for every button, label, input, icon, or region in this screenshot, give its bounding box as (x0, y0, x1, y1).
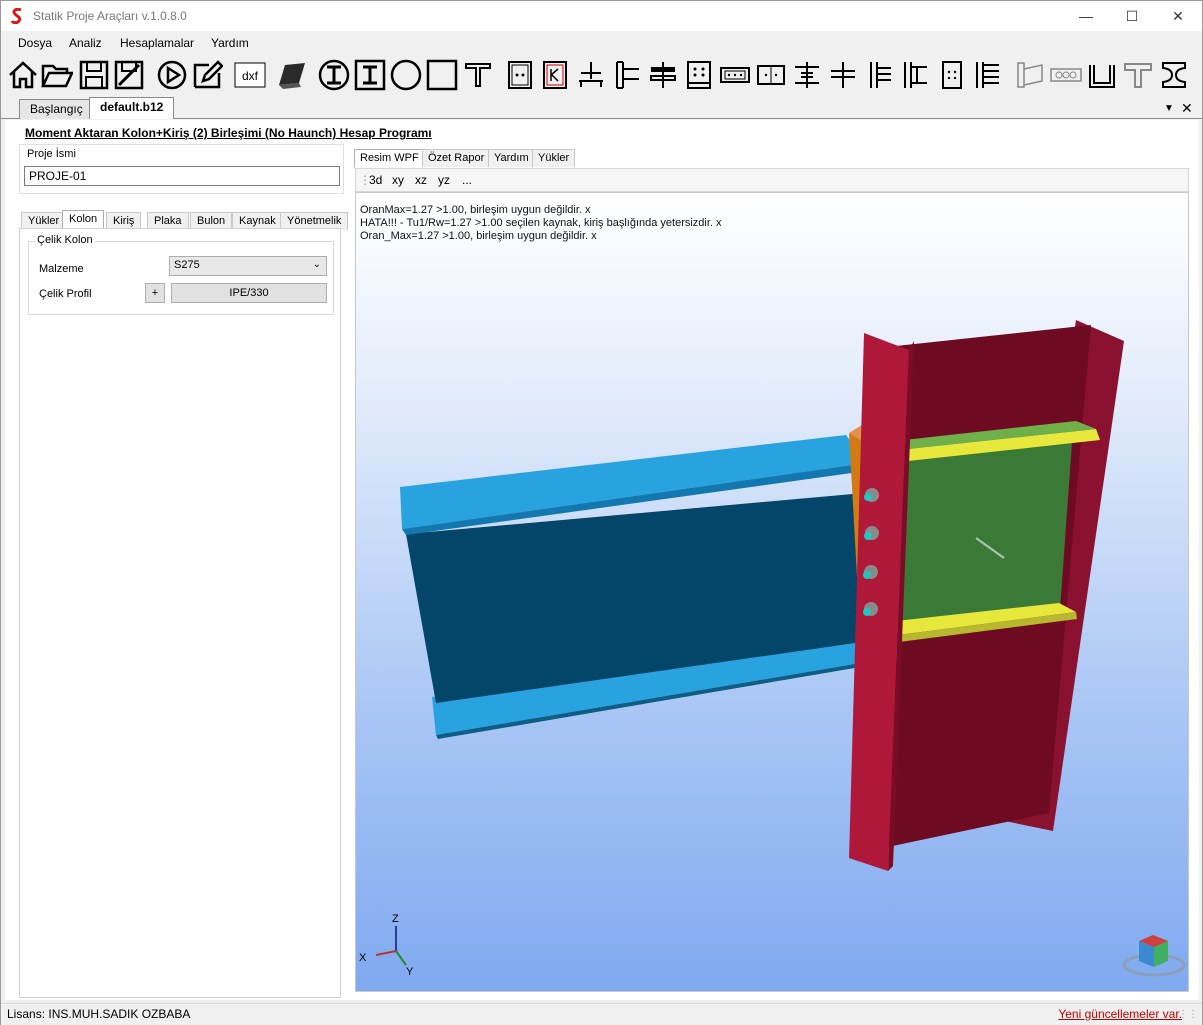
bolted-plate-icon[interactable] (683, 59, 715, 91)
splice-2-icon[interactable] (755, 59, 787, 91)
view-yz-button[interactable]: yz (438, 173, 450, 187)
view-toolbar: ⋮ 3d xy xz yz ... (355, 168, 1189, 192)
window-title: Statik Proje Araçları v.1.0.8.0 (33, 9, 187, 23)
column-base-icon[interactable] (504, 59, 536, 91)
menu-hesaplamalar[interactable]: Hesaplamalar (120, 36, 194, 50)
save-icon[interactable] (78, 59, 110, 91)
close-button[interactable]: ✕ (1155, 1, 1201, 31)
connection-1-icon[interactable] (611, 59, 643, 91)
maximize-button[interactable]: ☐ (1109, 1, 1155, 31)
x-axis-label: X (359, 952, 367, 964)
tab-list-dropdown-icon[interactable]: ▼ (1164, 103, 1174, 114)
profile-select-button[interactable]: IPE/330 (171, 283, 327, 303)
connection-5-icon[interactable] (863, 59, 895, 91)
haunch-icon[interactable] (1014, 59, 1046, 91)
bolt-row-icon[interactable] (1050, 59, 1082, 91)
material-value: S275 (174, 259, 200, 271)
tab-ozet-rapor[interactable]: Özet Rapor (422, 149, 491, 167)
connection-7-icon[interactable] (935, 59, 967, 91)
document-content: Moment Aktaran Kolon+Kiriş (2) Birleşimi… (5, 120, 1199, 1000)
menu-dosya[interactable]: Dosya (18, 36, 52, 50)
menu-yardim[interactable]: Yardım (211, 36, 249, 50)
connection-3d-model: Z X Y (359, 320, 1186, 978)
profile-label: Çelik Profil (39, 288, 92, 300)
tab-default-b12[interactable]: default.b12 (89, 97, 175, 119)
home-icon[interactable] (7, 59, 39, 91)
menu-analiz[interactable]: Analiz (69, 36, 102, 50)
menu-bar: Dosya Analiz Hesaplamalar Yardım (1, 32, 1202, 54)
u-channel-icon[interactable] (1086, 59, 1118, 91)
kolon-panel: Çelik Kolon Malzeme S275 ⌄ Çelik Profil … (19, 228, 341, 998)
folder-open-icon[interactable] (41, 59, 73, 91)
chevron-down-icon: ⌄ (312, 259, 321, 270)
project-name-input[interactable]: PROJE-01 (24, 166, 340, 186)
document-tab-strip: Başlangıç default.b12 (1, 97, 1202, 119)
view-cube-icon[interactable] (1122, 935, 1186, 977)
run-icon[interactable] (156, 59, 188, 91)
tab-close-icon[interactable]: ✕ (1181, 100, 1193, 117)
left-tab-strip: Yükler Kolon Kiriş Plaka Bulon Kaynak Yö… (21, 210, 349, 230)
update-link[interactable]: Yeni güncellemeler var. (1058, 1007, 1182, 1021)
square-icon[interactable] (426, 59, 458, 91)
y-axis-label: Y (406, 966, 414, 978)
z-axis-label: Z (392, 913, 399, 925)
beam-column-icon[interactable] (575, 59, 607, 91)
tab-yardim[interactable]: Yardım (488, 149, 535, 167)
add-profile-button[interactable]: + (145, 283, 165, 303)
3d-box-icon[interactable] (275, 59, 307, 91)
license-text: Lisans: INS.MUH.SADIK OZBABA (7, 1007, 191, 1021)
connection-6-icon[interactable] (899, 59, 931, 91)
x-axis-line (375, 950, 397, 956)
tab-kolon[interactable]: Kolon (62, 210, 105, 230)
view-3d-button[interactable]: 3d (369, 173, 382, 187)
material-label: Malzeme (39, 263, 84, 275)
status-bar: Lisans: INS.MUH.SADIK OZBABA Yeni güncel… (1, 1003, 1202, 1025)
connection-4-icon[interactable] (827, 59, 859, 91)
splice-1-icon[interactable] (719, 59, 751, 91)
i-beam-icon[interactable] (1158, 59, 1190, 91)
program-title: Moment Aktaran Kolon+Kiriş (2) Birleşimi… (25, 126, 432, 140)
i-circle-icon[interactable] (318, 59, 350, 91)
view-xz-button[interactable]: xz (415, 173, 427, 187)
3d-viewport[interactable]: OranMax=1.27 >1.00, birleşim uygun değil… (355, 192, 1189, 992)
dxf-label: dxf (242, 69, 259, 83)
i-square-icon[interactable] (354, 59, 386, 91)
k-box-icon[interactable] (539, 59, 571, 91)
view-more-button[interactable]: ... (462, 173, 472, 187)
app-logo-icon (10, 8, 22, 24)
connection-2-icon[interactable] (647, 59, 679, 91)
connection-8-icon[interactable] (971, 59, 1003, 91)
toolbar: dxf (1, 56, 1202, 94)
dxf-icon[interactable]: dxf (234, 59, 266, 91)
view-xy-button[interactable]: xy (392, 173, 404, 187)
y-axis-line (395, 950, 407, 966)
project-name-label: Proje İsmi (27, 148, 76, 160)
material-select[interactable]: S275 ⌄ (169, 256, 327, 276)
save-as-icon[interactable] (113, 59, 145, 91)
celik-kolon-group: Çelik Kolon Malzeme S275 ⌄ Çelik Profil … (28, 234, 334, 315)
tab-yukler-right[interactable]: Yükler (532, 149, 576, 167)
edit-icon[interactable] (191, 59, 223, 91)
app-window: Statik Proje Araçları v.1.0.8.0 — ☐ ✕ Do… (0, 0, 1203, 1025)
celik-kolon-legend: Çelik Kolon (35, 234, 95, 246)
tab-baslangic[interactable]: Başlangıç (19, 99, 94, 119)
circle-icon[interactable] (390, 59, 422, 91)
title-bar: Statik Proje Araçları v.1.0.8.0 — ☐ ✕ (1, 1, 1202, 31)
connection-3-icon[interactable] (791, 59, 823, 91)
t-section-icon[interactable] (462, 59, 494, 91)
minimize-button[interactable]: — (1063, 1, 1109, 31)
resize-grip-icon[interactable]: ⋮⋮ (1178, 1009, 1198, 1020)
axis-triad: Z X Y (359, 913, 414, 978)
tee-icon[interactable] (1122, 59, 1154, 91)
tab-resim-wpf[interactable]: Resim WPF (354, 149, 425, 167)
